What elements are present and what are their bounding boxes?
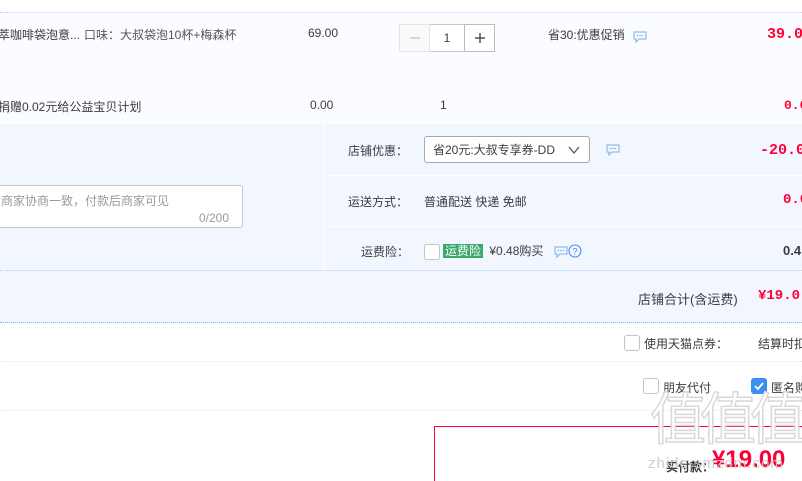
svg-text:?: ?	[572, 247, 577, 257]
insurance-value: 0.4	[783, 243, 802, 258]
insurance-offer: 运费险 ¥0.48购买	[443, 242, 543, 259]
chat-icon[interactable]	[633, 31, 647, 43]
memo-counter: 0/200	[199, 211, 230, 225]
divider	[324, 175, 802, 176]
shipping-label: 运送方式：	[348, 195, 409, 209]
item-title[interactable]: 萃咖啡袋泡意...	[0, 26, 80, 43]
chat-icon[interactable]	[606, 144, 620, 156]
divider	[323, 124, 324, 270]
item-promo-text: 省30:优惠促销	[548, 28, 625, 42]
shipping-method: 普通配送 快递 免邮	[424, 195, 527, 209]
charity-quantity: 1	[440, 98, 447, 112]
item-unit-price: 69.00	[308, 26, 339, 40]
item-subtotal: 39.0	[767, 26, 802, 43]
quantity-input[interactable]: 1	[430, 24, 464, 52]
watermark-url: zhide.smzdm.com	[648, 455, 784, 472]
shop-discount-select[interactable]: 省20元:大叔专享券-DD	[424, 136, 590, 163]
points-label: 使用天猫点券：	[644, 337, 729, 351]
shop-discount-selected: 省20元:大叔专享券-DD	[433, 143, 556, 157]
shop-discount-label: 店铺优惠：	[348, 144, 409, 158]
divider	[324, 226, 802, 227]
insurance-checkbox[interactable]	[424, 244, 440, 260]
chevron-down-icon	[568, 146, 580, 155]
buyer-memo-field[interactable]: 商家协商一致，付款后商家可见 0/200	[0, 185, 243, 228]
shop-total-label: 店铺合计(含运费)	[638, 292, 738, 307]
watermark-logo: 值值值	[649, 387, 802, 454]
points-settle-text: 结算时扣	[758, 337, 802, 351]
charity-text: 捐赠0.02元给公益宝贝计划	[0, 100, 142, 114]
chat-icon[interactable]	[554, 246, 568, 258]
insurance-label: 运费险：	[361, 245, 410, 259]
charity-unit-price: 0.00	[310, 98, 334, 112]
points-checkbox[interactable]	[624, 335, 640, 351]
quantity-stepper[interactable]: 1	[399, 24, 495, 52]
shipping-value: 0.0	[783, 192, 802, 208]
shop-discount-value: -20.0	[760, 142, 802, 159]
help-icon[interactable]: ?	[568, 244, 582, 258]
decrease-button[interactable]	[399, 24, 430, 52]
divider	[0, 361, 802, 362]
increase-button[interactable]	[464, 24, 495, 52]
shop-total-value: ¥19.0	[758, 288, 801, 304]
memo-placeholder: 商家协商一致，付款后商家可见	[1, 194, 170, 208]
item-attribute: 口味：大叔袋泡10杯+梅森杯	[84, 28, 237, 42]
charity-subtotal: 0.0	[784, 98, 802, 113]
insurance-price: ¥0.48购买	[489, 244, 544, 258]
insurance-tag: 运费险	[443, 244, 484, 258]
